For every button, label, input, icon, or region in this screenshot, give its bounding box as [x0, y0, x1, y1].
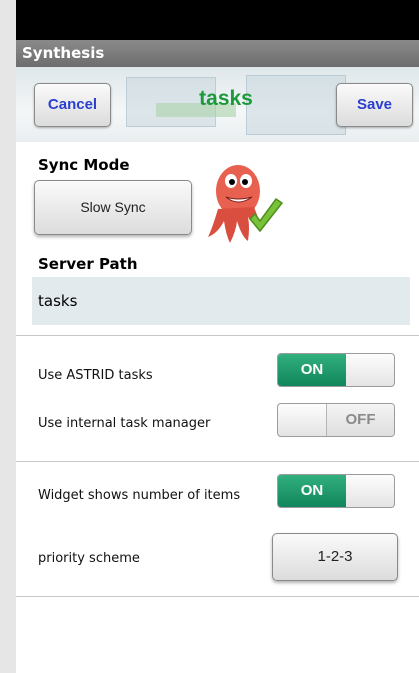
- widget-shows-number-toggle[interactable]: ON: [277, 474, 395, 508]
- use-astrid-tasks-toggle[interactable]: ON: [277, 353, 395, 387]
- sync-mode-button[interactable]: Slow Sync: [34, 180, 192, 235]
- use-internal-task-manager-toggle[interactable]: OFF: [277, 403, 395, 437]
- server-path-label: Server Path: [38, 255, 138, 273]
- widget-shows-number-label: Widget shows number of items: [38, 488, 241, 503]
- toggle-on-label: ON: [278, 475, 346, 507]
- status-bar: [16, 0, 419, 40]
- page-title: tasks: [199, 87, 253, 110]
- use-astrid-tasks-label: Use ASTRID tasks: [38, 368, 153, 383]
- toggle-on-label: ON: [278, 354, 346, 386]
- divider: [16, 596, 419, 597]
- priority-scheme-label: priority scheme: [38, 551, 140, 566]
- toggle-off-label: OFF: [326, 404, 394, 436]
- divider: [16, 461, 419, 462]
- sync-mode-label: Sync Mode: [38, 156, 130, 174]
- cancel-button[interactable]: Cancel: [34, 83, 111, 127]
- use-internal-task-manager-label: Use internal task manager: [38, 416, 211, 431]
- priority-scheme-button[interactable]: 1-2-3: [272, 533, 398, 581]
- header-bar: Cancel tasks Save: [16, 67, 419, 142]
- window-title: Synthesis: [16, 40, 419, 67]
- octopus-mascot-icon: [208, 165, 284, 243]
- divider: [16, 335, 419, 336]
- save-button[interactable]: Save: [336, 83, 413, 127]
- app-content: Cancel tasks Save Sync Mode Slow Sync Se…: [16, 67, 419, 673]
- server-path-input[interactable]: tasks: [32, 277, 410, 325]
